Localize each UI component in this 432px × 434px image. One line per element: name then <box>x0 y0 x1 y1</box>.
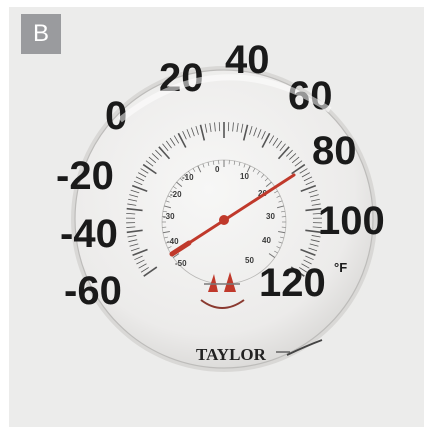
c-label-minus-20: -20 <box>170 190 182 199</box>
f-label-minus-60: -60 <box>64 269 122 313</box>
c-label-minus-50: -50 <box>175 259 187 268</box>
f-label-minus-20: -20 <box>56 154 114 198</box>
f-label-100: 100 <box>318 199 385 243</box>
unit-label: °F <box>334 260 347 275</box>
c-label-50: 50 <box>245 256 254 265</box>
c-label-0: 0 <box>215 165 220 174</box>
c-label-40: 40 <box>262 236 271 245</box>
c-label-10: 10 <box>240 172 249 181</box>
c-label-30: 30 <box>266 212 275 221</box>
brand-label: TAYLOR <box>196 345 267 364</box>
c-label-minus-40: -40 <box>167 237 179 246</box>
c-label-minus-30: -30 <box>163 212 175 221</box>
f-label-120: 120 <box>259 261 326 305</box>
f-label-80: 80 <box>312 129 357 173</box>
c-label-minus-10: -10 <box>182 173 194 182</box>
thermometer-photo: -60 -40 -20 0 20 40 60 80 100 120 °F -50… <box>56 38 396 385</box>
f-label-minus-40: -40 <box>60 212 118 256</box>
needle-hub <box>219 215 229 225</box>
